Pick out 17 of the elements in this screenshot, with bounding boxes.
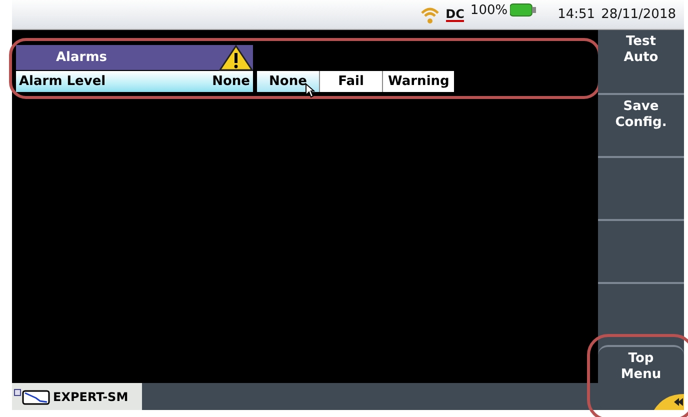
power-source-label: DC [446,8,464,22]
mouse-cursor-icon [305,83,315,98]
option-button[interactable]: None [257,71,319,92]
panel-title: Alarms [55,50,107,65]
module-tab[interactable]: EXPERT-SM [12,383,142,410]
battery-percent: 100% [470,3,508,18]
battery-icon [510,3,536,17]
row-value: None [212,74,250,89]
date: 28/11/2018 [601,7,676,22]
rewind-icon [654,394,684,410]
option-button[interactable]: Warning [383,71,454,92]
option-button[interactable]: Fail [320,71,382,92]
fiber-trace-icon [14,388,50,404]
clock-time: 14:51 [558,7,596,22]
warning-icon [219,44,253,70]
alarm-level-row[interactable]: Alarm Level None [16,71,253,92]
row-label: Alarm Level [19,74,106,89]
